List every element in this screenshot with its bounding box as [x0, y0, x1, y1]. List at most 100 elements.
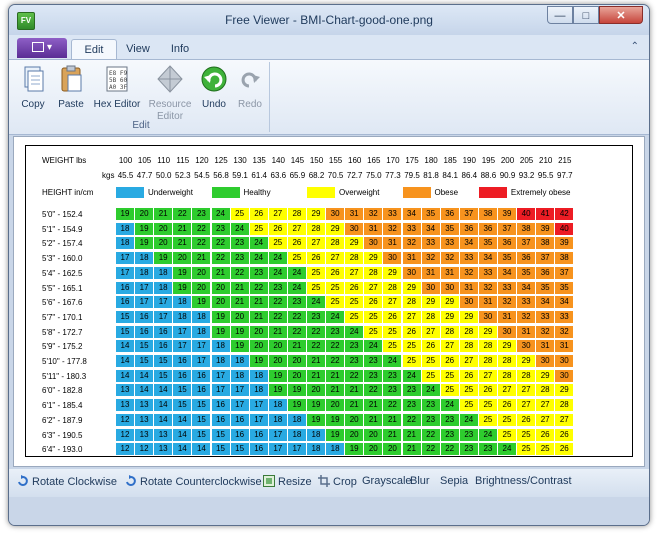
bmi-cell: 23 [440, 428, 459, 441]
paste-icon [61, 65, 82, 92]
tab-edit[interactable]: Edit [71, 39, 117, 59]
bmi-cell: 30 [498, 325, 516, 338]
bmi-cell: 38 [555, 252, 574, 265]
tool-rotate-counterclockwise[interactable]: Rotate Counterclockwise [125, 475, 262, 488]
bmi-cell: 17 [135, 296, 154, 309]
bmi-cell: 21 [364, 399, 383, 412]
bmi-cell: 30 [536, 355, 555, 367]
bmi-cell: 20 [135, 208, 154, 220]
bmi-cell: 14 [116, 355, 134, 367]
bmi-cell: 15 [230, 443, 249, 456]
app-menu-button[interactable]: ▾ [17, 38, 67, 58]
collapse-ribbon-icon[interactable]: ⌃ [631, 41, 639, 52]
bmi-cell: 37 [498, 222, 516, 235]
bmi-cell: 28 [498, 355, 516, 367]
title-bar[interactable]: FV Free Viewer - BMI-Chart-good-one.png … [9, 5, 649, 35]
tool-rotate-clockwise[interactable]: Rotate Clockwise [17, 475, 117, 488]
paste-button[interactable]: Paste [53, 64, 89, 111]
copy-button[interactable]: Copy [15, 64, 51, 111]
redo-button[interactable]: Redo [233, 64, 267, 111]
bmi-cell: 21 [345, 399, 364, 412]
bmi-cell: 21 [230, 296, 249, 309]
bmi-cell: 26 [555, 428, 574, 441]
resource-editor-button[interactable]: Resource Editor [145, 64, 195, 123]
bmi-cell: 36 [478, 222, 497, 235]
bmi-cell: 23 [326, 325, 345, 338]
bmi-cell: 28 [459, 325, 478, 338]
bmi-cell: 25 [268, 237, 287, 250]
bmi-cell: 26 [421, 340, 440, 353]
bmi-cell: 18 [287, 413, 306, 426]
bmi-cell: 30 [383, 252, 402, 265]
weight-kgs-value: 56.8 [213, 171, 229, 180]
bmi-cell: 32 [402, 237, 421, 250]
tool-crop[interactable]: Crop [318, 475, 357, 488]
bmi-cell: 30 [402, 266, 421, 279]
weight-lbs-value: 150 [309, 156, 324, 165]
bmi-cell: 15 [154, 355, 173, 367]
bmi-cell: 20 [154, 237, 173, 250]
bmi-cell: 25 [459, 399, 478, 412]
height-row-label: 6'0" - 182.8 [42, 386, 83, 396]
bmi-cell: 25 [287, 252, 306, 265]
bmi-cell: 29 [498, 340, 516, 353]
weight-lbs-value: 200 [500, 156, 515, 165]
bmi-cell: 34 [555, 296, 574, 309]
close-button[interactable]: ✕ [599, 6, 643, 24]
bmi-cell: 21 [364, 413, 383, 426]
bmi-cell: 14 [173, 413, 192, 426]
tab-view[interactable]: View [117, 39, 159, 59]
bmi-cell: 33 [383, 208, 402, 220]
bmi-cell: 16 [135, 325, 154, 338]
bmi-cell: 26 [459, 369, 478, 382]
copy-label: Copy [21, 99, 45, 110]
image-viewport[interactable]: WEIGHT lbs kgs HEIGHT in/cm 100 105 110 115… [13, 136, 645, 467]
tool-grayscale[interactable]: Grayscale [362, 475, 412, 487]
bmi-cell: 36 [536, 266, 555, 279]
undo-button[interactable]: Undo [197, 64, 231, 111]
bmi-cell: 24 [211, 208, 230, 220]
tool-blur[interactable]: Blur [410, 475, 430, 487]
bmi-cell: 20 [345, 413, 364, 426]
bmi-cell: 31 [498, 310, 516, 323]
bmi-cell: 37 [536, 252, 555, 265]
bmi-cell: 15 [211, 428, 230, 441]
tab-info[interactable]: Info [159, 39, 201, 59]
bmi-cell: 16 [173, 355, 192, 367]
bmi-cell: 16 [154, 325, 173, 338]
bmi-cell: 23 [211, 222, 230, 235]
tool-label: Rotate Clockwise [32, 476, 117, 488]
bmi-cell: 29 [364, 252, 383, 265]
maximize-button[interactable]: □ [573, 6, 599, 24]
bmi-cell: 23 [421, 413, 440, 426]
bmi-cell: 18 [192, 310, 211, 323]
bmi-cell: 21 [230, 281, 249, 294]
bmi-cell: 42 [555, 208, 574, 220]
bmi-cell: 35 [555, 281, 574, 294]
bmi-cell: 18 [230, 355, 249, 367]
bmi-cell: 31 [345, 208, 364, 220]
minimize-button[interactable]: — [547, 6, 573, 24]
menu-icon [31, 42, 44, 53]
bmi-cell: 16 [192, 384, 211, 397]
bmi-cell: 27 [440, 340, 459, 353]
bmi-cell: 25 [249, 222, 268, 235]
bmi-cell: 14 [116, 340, 134, 353]
bmi-cell: 21 [249, 296, 268, 309]
tool-sepia[interactable]: Sepia [440, 475, 468, 487]
bmi-cell: 23 [268, 281, 287, 294]
bmi-cell: 25 [421, 355, 440, 367]
bmi-cell: 17 [211, 369, 230, 382]
bmi-cell: 39 [555, 237, 574, 250]
weight-lbs-value: 115 [176, 156, 190, 165]
bmi-cell: 31 [459, 281, 478, 294]
bmi-cell: 19 [211, 310, 230, 323]
hex-editor-button[interactable]: E8 F9 5B 60 A0 3F Hex Editor [91, 64, 143, 111]
bmi-cell: 20 [268, 340, 287, 353]
hex-editor-icon: E8 F95B 60A0 3F [106, 66, 128, 92]
bmi-cell: 19 [173, 266, 192, 279]
legend-label: Extremely obese [510, 188, 571, 197]
tool-resize[interactable]: Resize [263, 475, 312, 488]
bmi-cell: 32 [498, 296, 516, 309]
tool-brightness-contrast[interactable]: Brightness/Contrast [475, 475, 572, 487]
